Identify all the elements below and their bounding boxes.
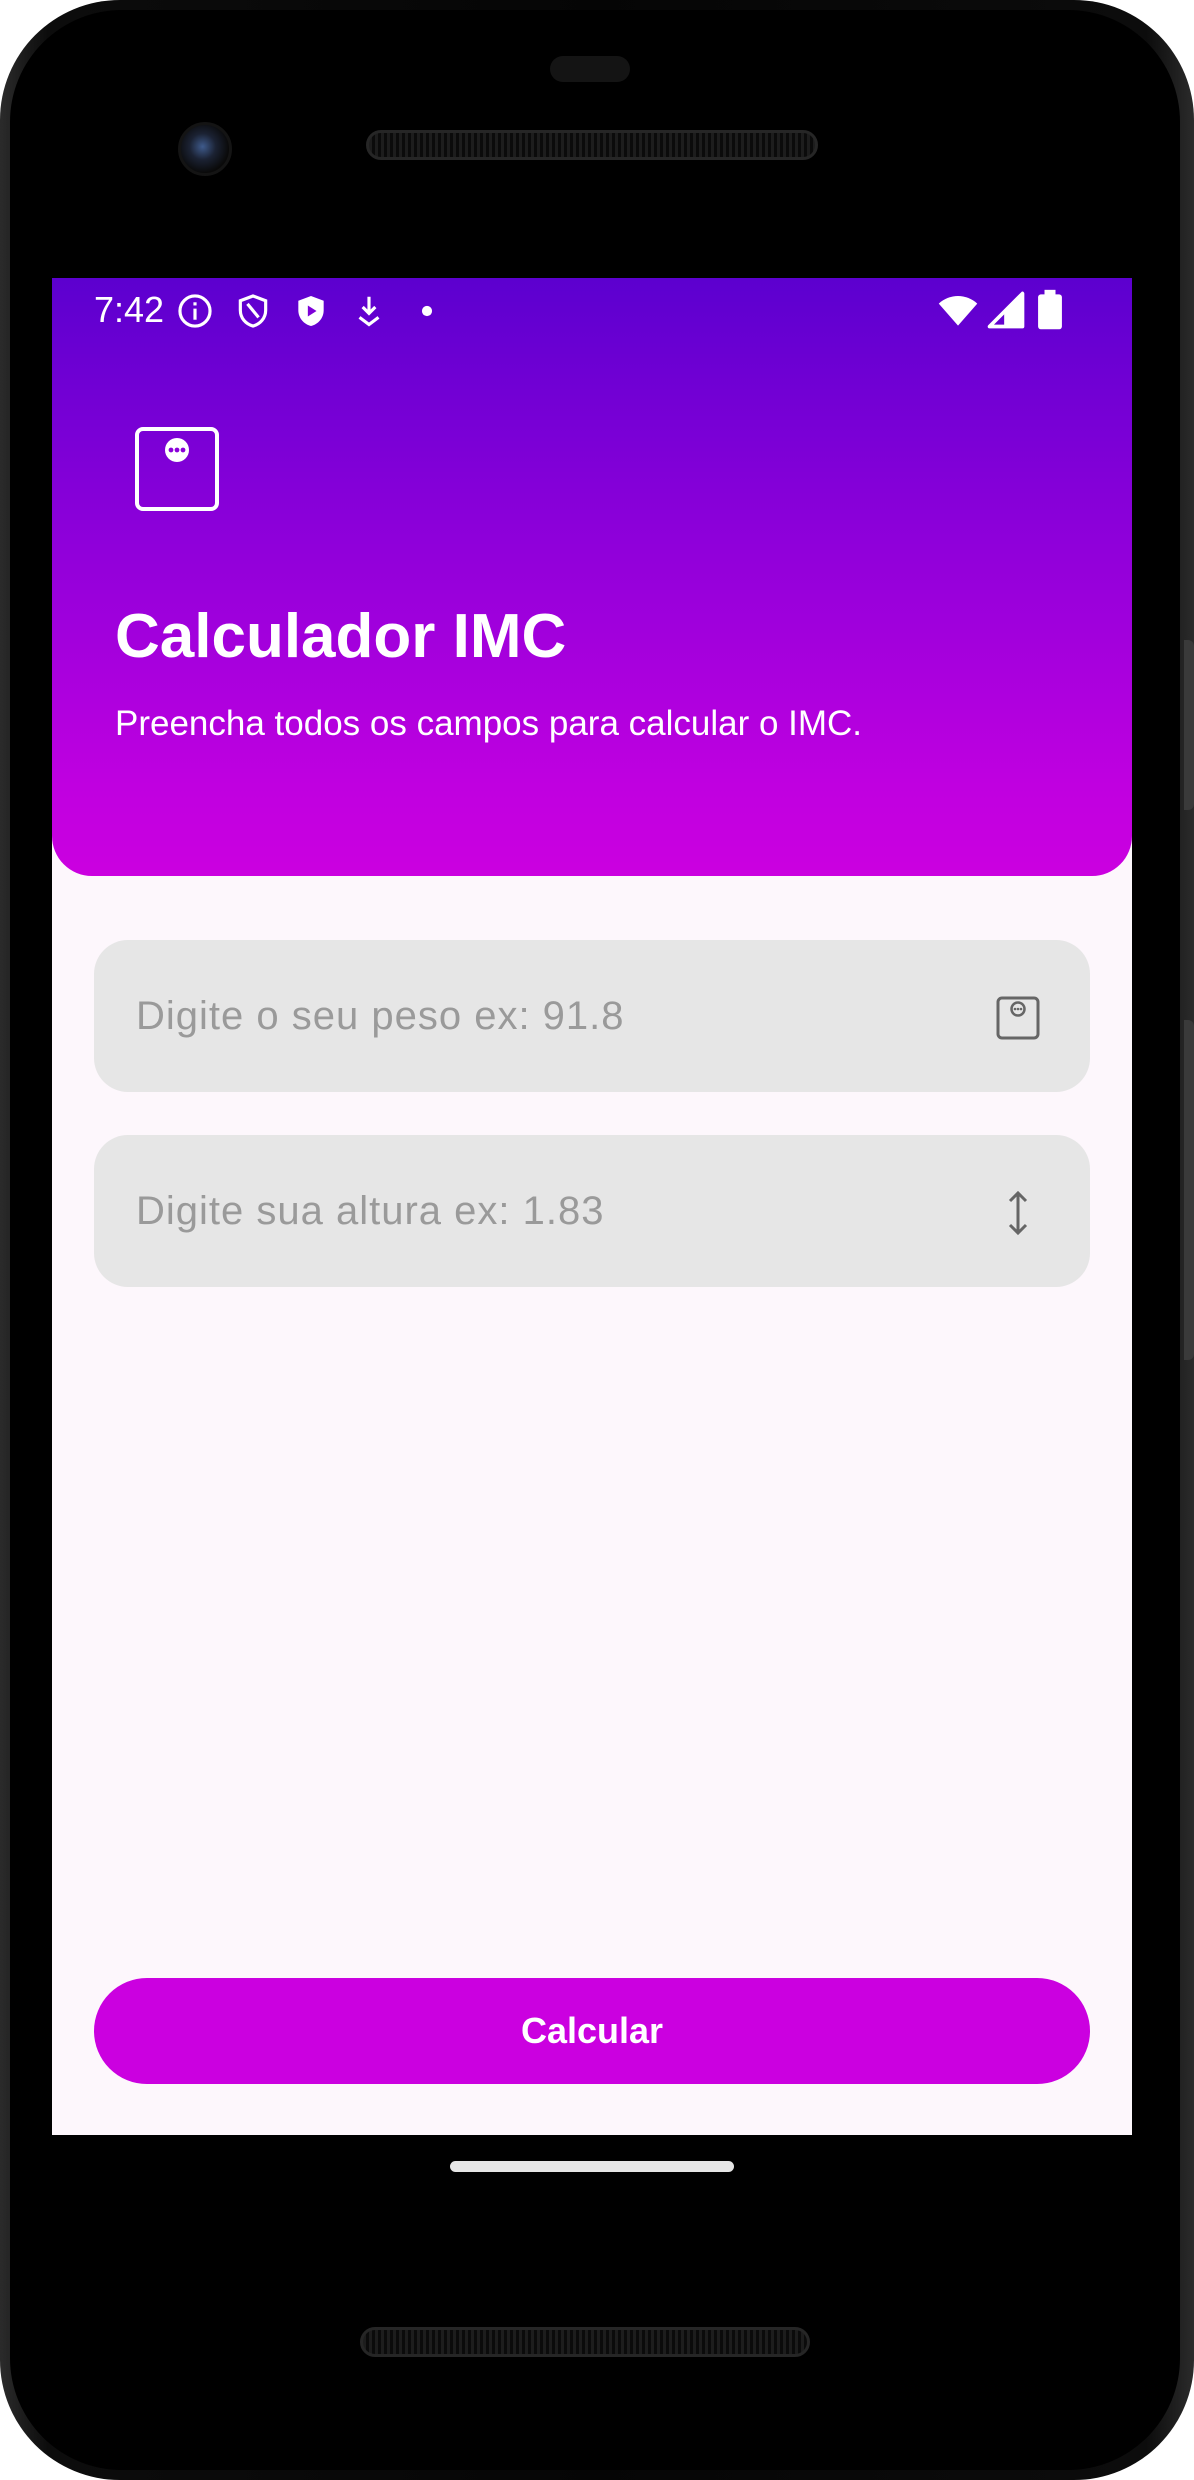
vertical-arrows-icon xyxy=(1008,1190,1028,1236)
wifi-icon xyxy=(938,296,978,326)
notification-dot-icon xyxy=(421,305,433,317)
weight-scale-icon xyxy=(135,427,219,511)
download-icon xyxy=(358,296,380,327)
page-title: Calculador IMC xyxy=(115,602,567,671)
play-protect-icon xyxy=(298,295,324,327)
app-screen: 7:42 Calculador IMC Preencha todos os ca… xyxy=(52,278,1132,2135)
height-field[interactable] xyxy=(94,1135,1090,1287)
weight-input[interactable] xyxy=(94,940,1090,1092)
weight-field[interactable] xyxy=(94,940,1090,1092)
height-input[interactable] xyxy=(94,1135,1090,1287)
battery-icon xyxy=(1038,289,1062,330)
power-button xyxy=(1184,640,1194,810)
scale-icon xyxy=(996,996,1040,1040)
front-camera xyxy=(178,122,232,176)
header-banner: 7:42 Calculador IMC Preencha todos os ca… xyxy=(52,278,1132,876)
cell-signal-icon xyxy=(987,291,1025,329)
earpiece-speaker xyxy=(366,130,818,160)
phone-frame: 7:42 Calculador IMC Preencha todos os ca… xyxy=(0,0,1194,2480)
home-indicator[interactable] xyxy=(450,2161,734,2172)
bottom-speaker xyxy=(360,2327,810,2357)
proximity-sensor xyxy=(550,56,630,82)
status-bar: 7:42 xyxy=(52,278,1132,342)
status-time: 7:42 xyxy=(94,289,165,330)
volume-button xyxy=(1184,1020,1194,1360)
info-icon xyxy=(178,294,212,328)
calculate-button[interactable]: Calcular xyxy=(94,1978,1090,2084)
page-subtitle: Preencha todos os campos para calcular o… xyxy=(115,704,863,743)
shield-outline-icon xyxy=(238,294,268,328)
